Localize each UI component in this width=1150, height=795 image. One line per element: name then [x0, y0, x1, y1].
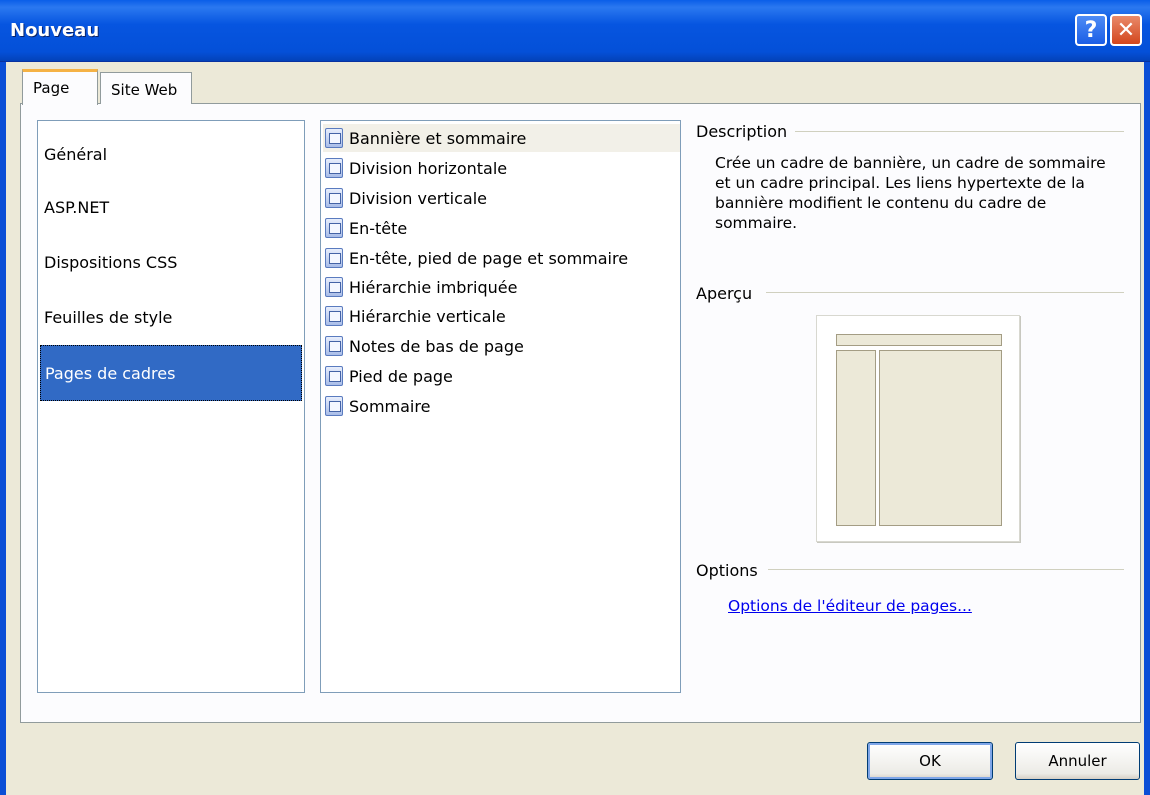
page-editor-options-link[interactable]: Options de l'éditeur de pages... [728, 597, 972, 615]
frame-page-icon [325, 366, 343, 386]
template-label: Division verticale [349, 188, 487, 208]
preview-banner-frame [836, 334, 1002, 346]
category-item-css-layouts[interactable]: Dispositions CSS [40, 234, 302, 290]
template-label: Notes de bas de page [349, 336, 524, 356]
template-label: Bannière et sommaire [349, 128, 527, 148]
title-bar[interactable]: Nouveau ? ✕ [0, 0, 1150, 62]
tab-site-web[interactable]: Site Web [100, 72, 192, 104]
template-label: Pied de page [349, 366, 453, 386]
category-item-frames-pages[interactable]: Pages de cadres [40, 345, 302, 401]
description-heading: Description [696, 122, 796, 141]
template-label: Hiérarchie imbriquée [349, 277, 518, 297]
close-icon[interactable]: ✕ [1110, 14, 1142, 46]
window-border-right [1144, 62, 1150, 795]
template-item[interactable]: En-tête [323, 214, 680, 242]
template-label: Hiérarchie verticale [349, 306, 506, 326]
help-icon[interactable]: ? [1075, 14, 1107, 46]
options-separator [768, 569, 1124, 570]
preview-separator [766, 292, 1124, 293]
frame-page-icon [325, 306, 343, 326]
cancel-button[interactable]: Annuler [1015, 742, 1140, 780]
window-border-left [0, 62, 6, 795]
template-item[interactable]: Sommaire [323, 392, 680, 420]
tab-page[interactable]: Page [22, 69, 98, 105]
frame-page-icon [325, 336, 343, 356]
new-page-dialog: Nouveau ? ✕ Site Web Page Général ASP.NE… [0, 0, 1150, 795]
preview-heading: Aperçu [696, 284, 761, 303]
template-item[interactable]: Notes de bas de page [323, 332, 680, 360]
template-item[interactable]: Bannière et sommaire [323, 124, 680, 152]
ok-button[interactable]: OK [867, 742, 993, 780]
frame-page-icon [325, 158, 343, 178]
category-item-style-sheets[interactable]: Feuilles de style [40, 289, 302, 345]
template-item[interactable]: Hiérarchie verticale [323, 302, 680, 330]
window-title: Nouveau [10, 20, 100, 41]
options-heading: Options [696, 561, 766, 580]
layout-preview [816, 315, 1020, 542]
frame-page-icon [325, 277, 343, 297]
description-separator [790, 131, 1124, 132]
frame-page-icon [325, 218, 343, 238]
category-item-aspnet[interactable]: ASP.NET [40, 179, 302, 235]
frame-page-icon [325, 248, 343, 268]
preview-contents-frame [836, 350, 876, 526]
frame-page-icon [325, 128, 343, 148]
description-text: Crée un cadre de bannière, un cadre de s… [715, 154, 1106, 232]
template-label: Sommaire [349, 396, 431, 416]
template-item[interactable]: Hiérarchie imbriquée [323, 273, 680, 301]
template-item[interactable]: En-tête, pied de page et sommaire [323, 244, 680, 272]
frame-page-icon [325, 188, 343, 208]
template-item[interactable]: Division horizontale [323, 154, 680, 182]
frame-page-icon [325, 396, 343, 416]
category-item-general[interactable]: Général [40, 126, 302, 182]
template-label: En-tête [349, 218, 408, 238]
template-label: En-tête, pied de page et sommaire [349, 248, 629, 268]
template-label: Division horizontale [349, 158, 508, 178]
template-item[interactable]: Division verticale [323, 184, 680, 212]
template-list[interactable]: Bannière et sommaire Division horizontal… [320, 120, 681, 693]
template-item[interactable]: Pied de page [323, 362, 680, 390]
preview-main-frame [879, 350, 1002, 526]
category-list[interactable]: Général ASP.NET Dispositions CSS Feuille… [37, 120, 305, 693]
